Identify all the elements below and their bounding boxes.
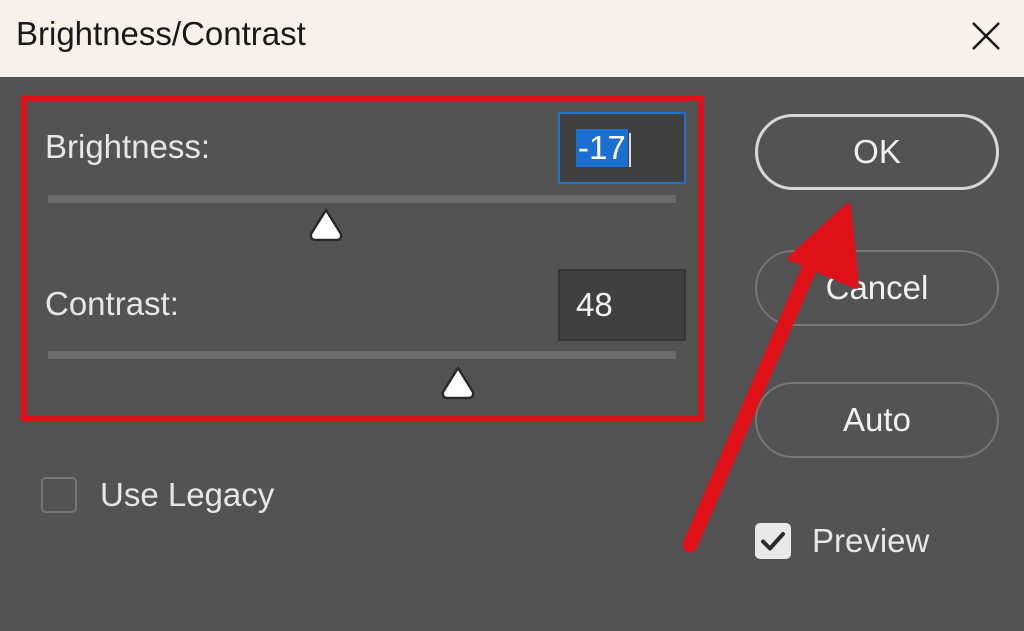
use-legacy-checkbox[interactable] bbox=[41, 477, 77, 513]
brightness-value: -17 bbox=[576, 129, 628, 167]
close-icon bbox=[972, 22, 1000, 50]
preview-label: Preview bbox=[812, 522, 930, 559]
title-bar: Brightness/Contrast bbox=[0, 0, 1024, 77]
use-legacy-label: Use Legacy bbox=[100, 476, 275, 513]
brightness-slider-thumb[interactable] bbox=[308, 208, 344, 242]
brightness-label: Brightness: bbox=[45, 128, 211, 165]
close-button[interactable] bbox=[958, 8, 1014, 64]
preview-checkbox[interactable] bbox=[755, 523, 791, 559]
contrast-slider-thumb[interactable] bbox=[440, 366, 476, 400]
text-caret bbox=[628, 133, 631, 168]
brightness-input[interactable]: -17 bbox=[558, 112, 686, 184]
auto-button[interactable]: Auto bbox=[755, 382, 999, 458]
brightness-contrast-dialog: Brightness/Contrast Brightness: -17 Cont… bbox=[0, 0, 1024, 631]
contrast-label: Contrast: bbox=[45, 285, 179, 322]
check-icon bbox=[761, 532, 785, 551]
dialog-title: Brightness/Contrast bbox=[16, 15, 306, 52]
cancel-button[interactable]: Cancel bbox=[755, 250, 999, 326]
contrast-slider-track[interactable] bbox=[48, 351, 676, 359]
ok-button[interactable]: OK bbox=[755, 114, 999, 190]
contrast-input[interactable]: 48 bbox=[558, 269, 686, 341]
contrast-value: 48 bbox=[576, 286, 613, 323]
brightness-slider-track[interactable] bbox=[48, 195, 676, 203]
